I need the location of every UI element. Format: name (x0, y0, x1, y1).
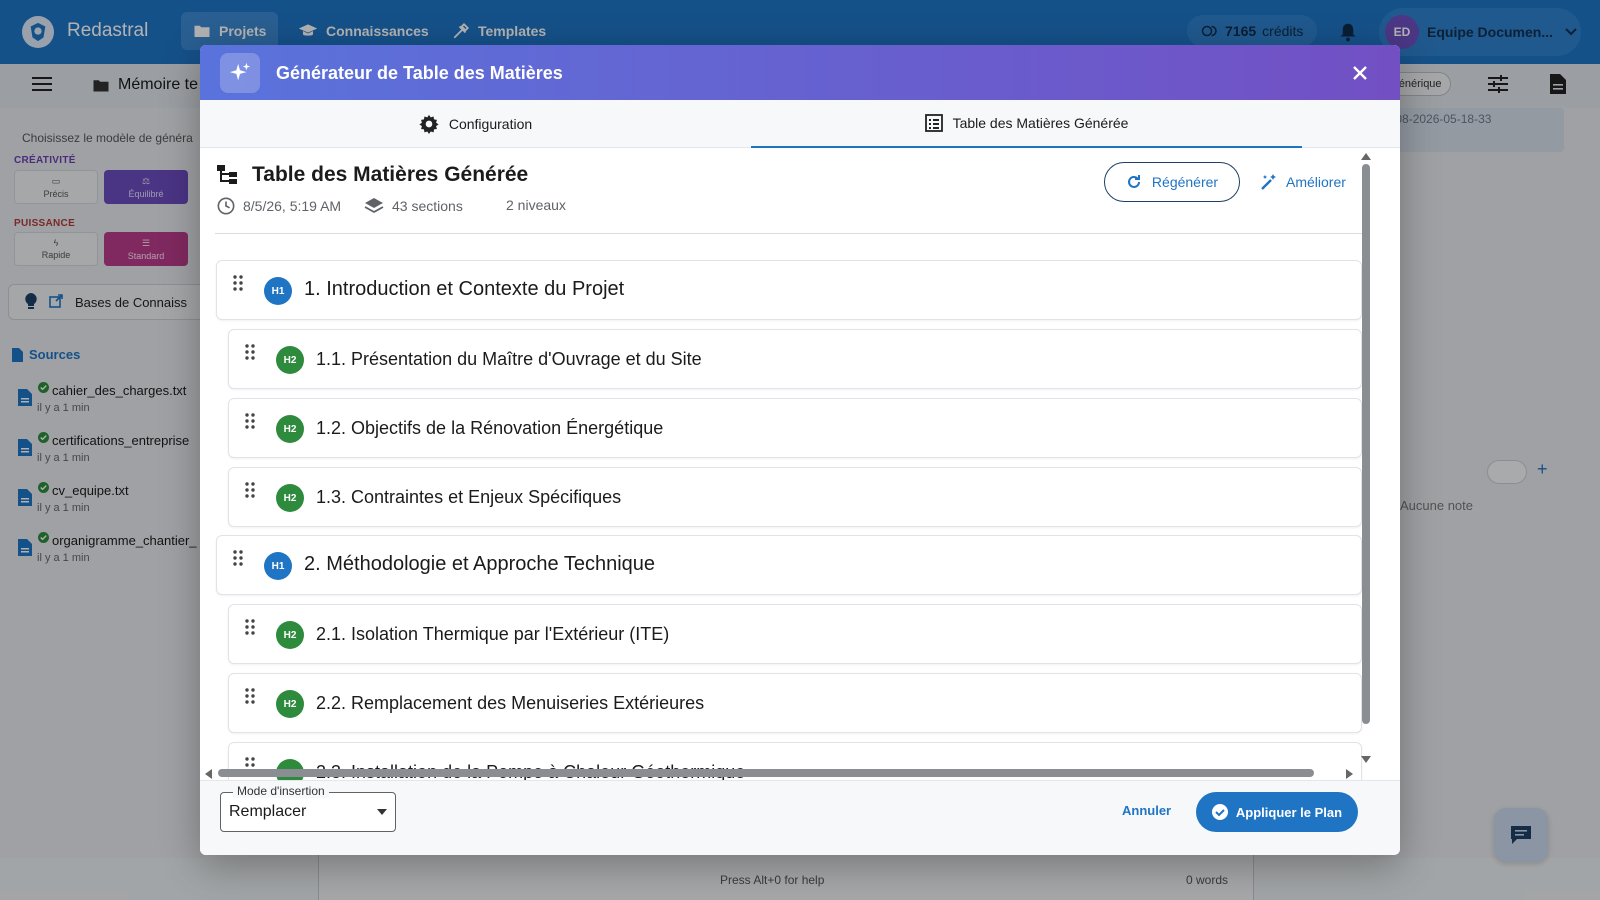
toc-row-h2[interactable]: H2 1.3. Contraintes et Enjeux Spécifique… (228, 467, 1362, 527)
tab-configuration[interactable]: Configuration (200, 100, 751, 148)
toc-row-label: 2. Méthodologie et Approche Technique (304, 553, 656, 575)
improve-label: Améliorer (1286, 174, 1346, 190)
toc-row-label: 1.1. Présentation du Maître d'Ouvrage et… (316, 349, 702, 369)
toc-content[interactable]: Table des Matières Générée 8/5/26, 5:19 … (200, 148, 1400, 780)
level-badge: H2 (276, 346, 304, 374)
dialog-header: Générateur de Table des Matières (200, 45, 1400, 100)
dialog-tabs: Configuration Table des Matières Générée (200, 100, 1400, 148)
horizontal-scroll-thumb[interactable] (218, 769, 1314, 777)
horizontal-scrollbar[interactable] (204, 767, 1358, 779)
tab-generated-toc[interactable]: Table des Matières Générée (751, 100, 1302, 148)
toc-row-label: 2.1. Isolation Thermique par l'Extérieur… (316, 624, 670, 644)
refresh-icon (1127, 175, 1140, 188)
regenerate-button[interactable]: Régénérer (1104, 162, 1240, 202)
magic-wand-icon (1261, 174, 1276, 190)
cancel-button[interactable]: Annuler (1122, 803, 1171, 818)
level-badge: H1 (264, 277, 292, 305)
insert-mode-value: Remplacer (229, 803, 307, 820)
divider (215, 233, 1362, 234)
check-circle-icon (1211, 804, 1228, 820)
vertical-scroll-thumb[interactable] (1362, 164, 1370, 724)
apply-plan-label: Appliquer le Plan (1235, 804, 1343, 820)
level-badge: H1 (264, 552, 292, 580)
drag-handle-icon[interactable] (233, 275, 243, 291)
drag-handle-icon[interactable] (245, 344, 255, 360)
drag-handle-icon[interactable] (233, 550, 243, 566)
toc-generator-dialog: Générateur de Table des Matières Configu… (200, 45, 1400, 855)
level-badge: H2 (276, 690, 304, 718)
scroll-left-icon (205, 769, 212, 779)
tab-label: Configuration (448, 116, 533, 132)
toc-row-h2[interactable]: H2 2.1. Isolation Thermique par l'Extéri… (228, 604, 1362, 664)
level-badge: H2 (276, 415, 304, 443)
vertical-scrollbar[interactable] (1360, 152, 1372, 778)
scroll-down-icon (1361, 756, 1371, 763)
level-badge: H2 (276, 621, 304, 649)
meta-date: 8/5/26, 5:19 AM (217, 197, 341, 215)
clock-icon (217, 197, 235, 215)
drag-handle-icon[interactable] (245, 688, 255, 704)
gear-icon (419, 114, 439, 134)
sparkles-icon (220, 53, 260, 93)
insert-mode-label: Mode d'insertion (233, 784, 329, 798)
meta-sections-text: 43 sections (392, 198, 463, 214)
list-icon (924, 114, 943, 132)
apply-plan-button[interactable]: Appliquer le Plan (1196, 792, 1358, 832)
toc-row-h1[interactable]: H1 2. Méthodologie et Approche Technique (216, 535, 1362, 595)
scroll-up-icon (1361, 153, 1371, 160)
regenerate-label: Régénérer (1151, 174, 1219, 190)
meta-levels: 2 niveaux (506, 197, 566, 213)
meta-sections: 43 sections (364, 197, 463, 215)
drag-handle-icon[interactable] (245, 482, 255, 498)
insert-mode-select[interactable]: Mode d'insertion Remplacer (220, 784, 396, 832)
layers-icon (364, 198, 384, 214)
toc-row-h2[interactable]: H2 1.2. Objectifs de la Rénovation Énerg… (228, 398, 1362, 458)
dialog-footer: Mode d'insertion Remplacer Annuler Appli… (200, 780, 1400, 855)
level-badge: H2 (276, 484, 304, 512)
toc-row-h2[interactable]: H2 2.2. Remplacement des Menuiseries Ext… (228, 673, 1362, 733)
chevron-down-icon (377, 809, 387, 815)
dialog-title: Générateur de Table des Matières (276, 63, 563, 83)
meta-levels-text: 2 niveaux (506, 197, 566, 213)
meta-date-text: 8/5/26, 5:19 AM (243, 198, 342, 214)
toc-row-h2[interactable]: H2 1.1. Présentation du Maître d'Ouvrage… (228, 329, 1362, 389)
close-icon[interactable] (1346, 59, 1374, 87)
toc-row-h1[interactable]: H1 1. Introduction et Contexte du Projet (216, 260, 1362, 320)
toc-row-label: 1. Introduction et Contexte du Projet (304, 278, 625, 300)
hierarchy-icon (217, 165, 239, 190)
toc-row-label: 2.2. Remplacement des Menuiseries Extéri… (316, 693, 705, 713)
toc-heading: Table des Matières Générée (252, 163, 529, 186)
drag-handle-icon[interactable] (245, 413, 255, 429)
drag-handle-icon[interactable] (245, 619, 255, 635)
improve-button[interactable]: Améliorer (1260, 162, 1346, 202)
scroll-right-icon (1346, 769, 1353, 779)
toc-row-label: 1.3. Contraintes et Enjeux Spécifiques (316, 487, 622, 507)
toc-row-label: 1.2. Objectifs de la Rénovation Énergéti… (316, 418, 664, 438)
tab-label: Table des Matières Générée (952, 115, 1129, 131)
